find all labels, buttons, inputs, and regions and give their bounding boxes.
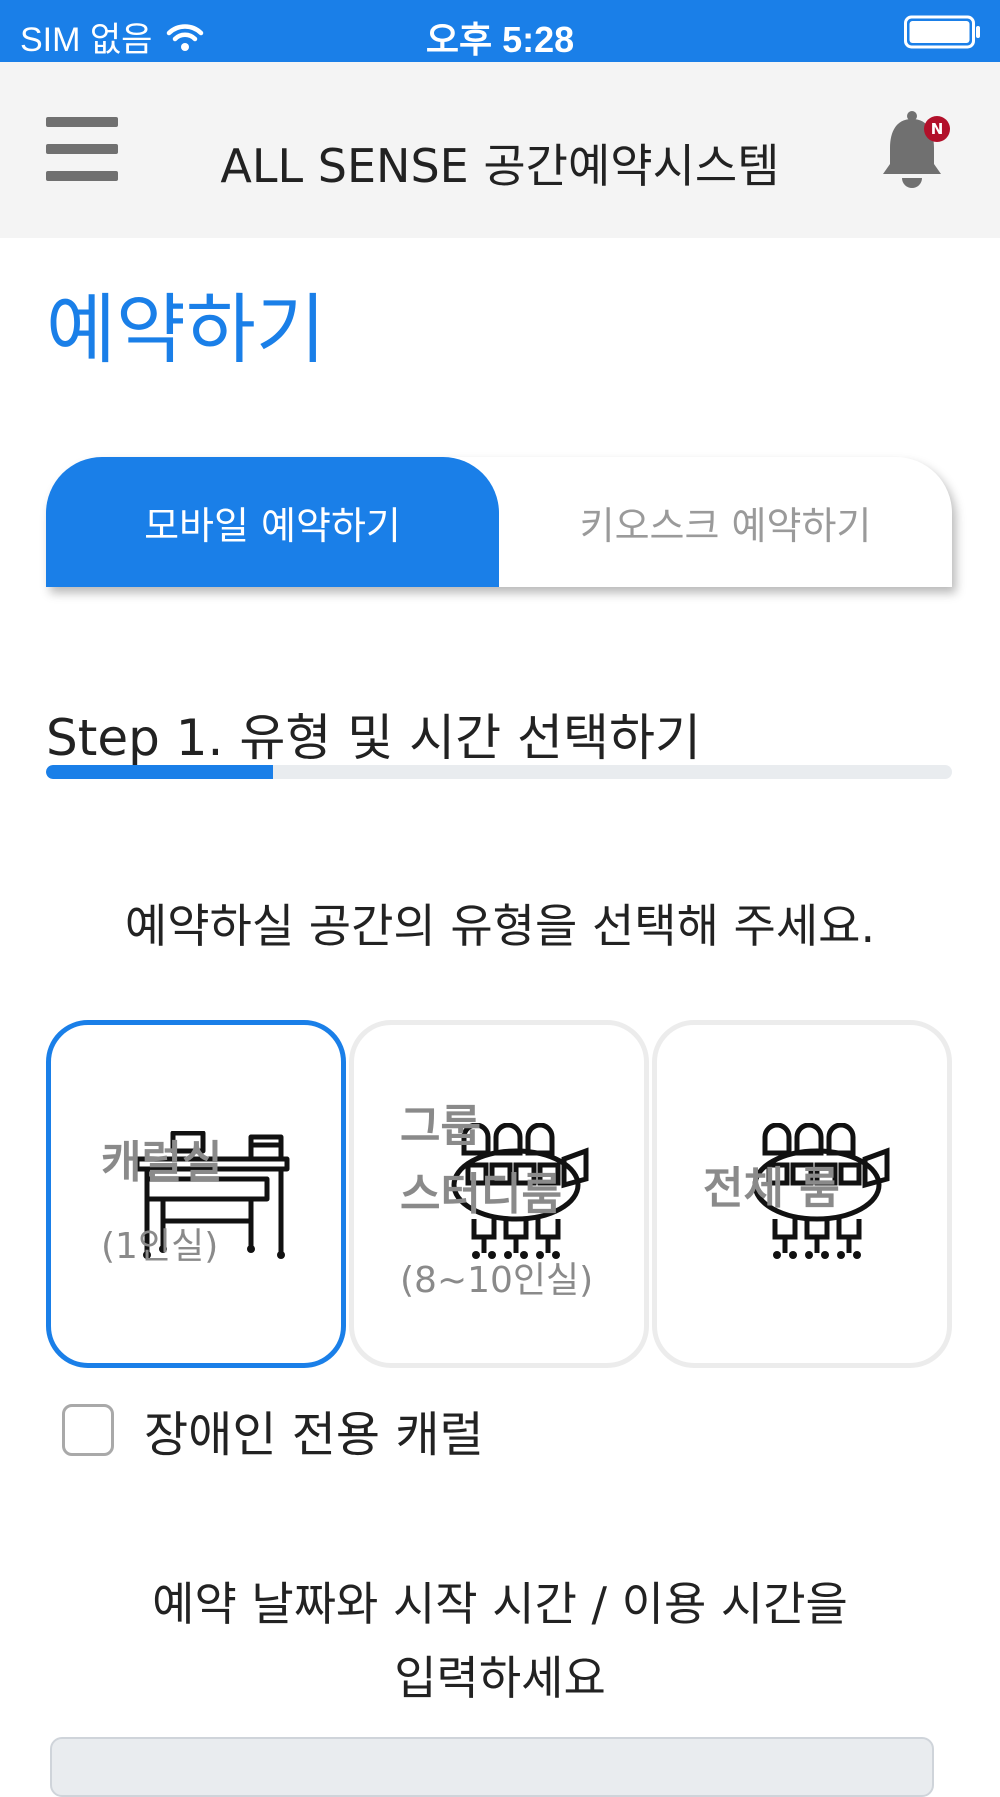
space-type-card-carrel[interactable]: 캐럴실 (1인실) bbox=[46, 1020, 346, 1368]
status-time: 오후 5:28 bbox=[425, 19, 575, 60]
page-title: 예약하기 bbox=[46, 285, 326, 374]
space-type-card-group-study[interactable]: 그룹 스터디룸 (8~10인실) bbox=[349, 1020, 649, 1368]
accessible-carrel-option: 장애인 전용 캐럴 bbox=[62, 1395, 484, 1465]
space-type-label-line2: 스터디룸 bbox=[400, 1169, 562, 1220]
space-type-label: 전체 룸 bbox=[703, 1163, 840, 1214]
space-type-label: 캐럴실 bbox=[101, 1137, 223, 1188]
space-type-label-line1: 그룹 bbox=[400, 1101, 481, 1152]
datetime-instruction-line2: 입력하세요 bbox=[394, 1650, 606, 1705]
space-type-options: 캐럴실 (1인실) 그룹 스터디룸 (8~10인실) 전체 룸 bbox=[46, 1020, 952, 1368]
reservation-date-input[interactable] bbox=[50, 1737, 934, 1797]
space-type-card-whole-room[interactable]: 전체 룸 bbox=[652, 1020, 952, 1368]
app-header: ALL SENSE 공간예약시스템 N bbox=[0, 62, 1000, 238]
reservation-tabs: 모바일 예약하기 키오스크 예약하기 bbox=[46, 457, 952, 587]
notification-bell-icon[interactable]: N bbox=[880, 110, 952, 198]
notification-badge: N bbox=[924, 116, 950, 142]
datetime-instruction: 예약 날짜와 시작 시간 / 이용 시간을 입력하세요 bbox=[0, 1568, 1000, 1715]
step-progress-bar bbox=[46, 765, 952, 779]
tab-mobile-reservation[interactable]: 모바일 예약하기 bbox=[46, 457, 499, 587]
battery-icon bbox=[904, 15, 980, 49]
status-bar: SIM 없음 오후 5:28 bbox=[0, 0, 1000, 62]
datetime-instruction-line1: 예약 날짜와 시작 시간 / 이용 시간을 bbox=[152, 1577, 848, 1631]
accessible-carrel-checkbox[interactable] bbox=[62, 1404, 114, 1456]
space-type-instruction: 예약하실 공간의 유형을 선택해 주세요. bbox=[124, 899, 876, 953]
step-progress-fill bbox=[46, 765, 273, 779]
app-title: ALL SENSE 공간예약시스템 bbox=[220, 139, 780, 193]
accessible-carrel-label[interactable]: 장애인 전용 캐럴 bbox=[144, 1395, 484, 1465]
space-type-capacity: (8~10인실) bbox=[400, 1260, 594, 1301]
space-type-capacity: (1인실) bbox=[101, 1226, 219, 1267]
tab-kiosk-reservation[interactable]: 키오스크 예약하기 bbox=[499, 457, 952, 587]
step-title: Step 1. 유형 및 시간 선택하기 bbox=[46, 709, 702, 767]
